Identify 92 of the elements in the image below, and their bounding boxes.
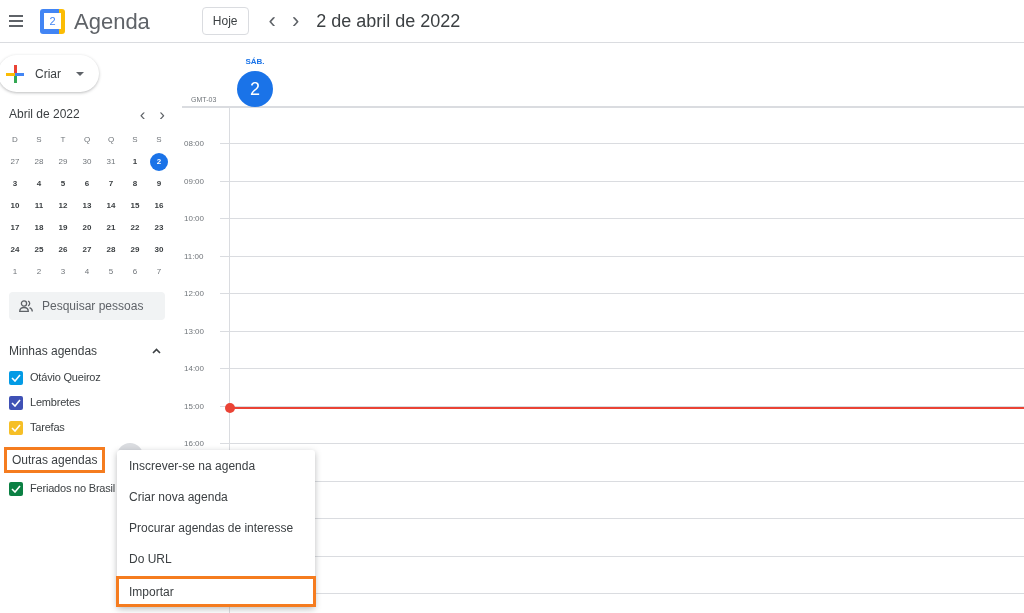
day-number[interactable]: 2 [237,71,273,107]
calendar-day[interactable]: 28 [102,241,120,259]
menu-icon[interactable] [9,15,23,27]
calendar-day[interactable]: 24 [6,241,24,259]
calendar-day[interactable]: 25 [30,241,48,259]
time-label: 09:00 [184,175,205,188]
menu-item[interactable]: Procurar agendas de interesse [117,512,315,543]
calendar-day[interactable]: 3 [54,263,72,281]
calendar-day[interactable]: 4 [78,263,96,281]
calendar-day[interactable]: 29 [126,241,144,259]
calendar-day[interactable]: 22 [126,219,144,237]
calendar-name[interactable]: Otávio Queiroz [30,369,101,386]
time-label: 08:00 [184,138,205,150]
calendar-day[interactable]: 30 [78,153,96,171]
calendar-day[interactable]: 5 [54,175,72,193]
time-label: 11:00 [184,250,204,263]
checkbox[interactable] [9,481,23,496]
search-people-field[interactable]: Pesquisar pessoas [9,292,165,320]
calendar-day[interactable]: 26 [54,241,72,259]
calendar-day[interactable]: 7 [150,263,168,281]
calendar-day[interactable]: 11 [30,197,48,215]
checkbox[interactable] [9,395,23,410]
today-button[interactable]: Hoje [201,7,249,35]
weekday-label: Q [107,134,115,146]
menu-item[interactable]: Importar [116,576,316,607]
weekday-label: S [156,134,162,146]
calendar-day[interactable]: 9 [150,175,168,193]
checkbox[interactable] [9,370,23,385]
checkbox[interactable] [9,420,23,435]
calendar-day[interactable]: 2 [30,263,48,281]
calendar-name[interactable]: Feriados no Brasil [30,480,116,497]
calendar-day[interactable]: 30 [150,241,168,259]
calendar-logo: 2 [40,8,65,34]
calendar-day[interactable]: 31 [102,153,120,171]
calendar-day[interactable]: 15 [126,197,144,215]
calendar-day[interactable]: 8 [126,175,144,193]
time-label: 12:00 [184,288,205,300]
calendar-day[interactable]: 20 [78,219,96,237]
calendar-day[interactable]: 29 [54,153,72,171]
calendar-day[interactable]: 5 [102,263,120,281]
weekday-label: S [36,134,42,146]
calendar-day[interactable]: 27 [6,153,24,171]
next-month-button[interactable]: › [159,105,165,123]
next-button[interactable]: › [291,10,300,32]
people-icon [19,300,33,312]
calendar-name[interactable]: Lembretes [30,394,81,411]
calendar-day[interactable]: 14 [102,197,120,215]
section-title[interactable]: Outras agendas [4,447,106,473]
calendar-day[interactable]: 21 [102,219,120,237]
previous-button[interactable]: ‹ [268,10,276,32]
search-input[interactable]: Pesquisar pessoas [42,297,152,315]
calendar-day[interactable]: 28 [30,153,48,171]
date-title: 2 de abril de 2022 [316,9,461,33]
section-title[interactable]: Minhas agendas [9,342,152,360]
caret-icon [76,71,84,76]
app-title: Agenda [74,7,150,36]
calendar-day[interactable]: 18 [30,219,48,237]
calendar-day[interactable]: 1 [126,153,144,171]
menu-item[interactable]: Inscrever-se na agenda [117,450,315,481]
calendar-day[interactable]: 23 [150,219,168,237]
weekday-label: SÁB. [245,56,265,68]
collapse-icon[interactable] [152,348,161,354]
calendar-day[interactable]: 4 [30,175,48,193]
create-button[interactable]: Criar [0,55,99,92]
calendar-day[interactable]: 27 [78,241,96,259]
previous-month-button[interactable]: ‹ [139,105,146,123]
calendar-day[interactable]: 17 [6,219,24,237]
weekday-label: S [132,134,138,146]
weekday-label: D [12,134,18,146]
time-label: 13:00 [184,325,205,338]
calendar-day[interactable]: 16 [150,197,168,215]
calendar-name[interactable]: Tarefas [30,419,65,436]
plus-icon [6,64,24,83]
weekday-label: Q [83,134,91,146]
calendar-day[interactable]: 1 [6,263,24,281]
time-label: 10:00 [184,213,205,225]
menu-item[interactable]: Do URL [117,543,315,574]
calendar-day[interactable]: 3 [6,175,24,193]
calendar-day[interactable]: 12 [54,197,72,215]
time-label: 14:00 [184,363,205,375]
weekday-label: T [60,134,66,146]
calendar-day[interactable]: 2 [150,153,168,171]
calendar-day[interactable]: 6 [78,175,96,193]
month-title: Abril de 2022 [9,106,81,123]
time-label: 15:00 [184,400,205,413]
menu-item[interactable]: Criar nova agenda [117,481,315,512]
time-label: 16:00 [184,438,205,450]
calendar-day[interactable]: 19 [54,219,72,237]
calendar-day[interactable]: 7 [102,175,120,193]
calendar-day[interactable]: 10 [6,197,24,215]
calendar-day[interactable]: 6 [126,263,144,281]
calendar-day[interactable]: 13 [78,197,96,215]
